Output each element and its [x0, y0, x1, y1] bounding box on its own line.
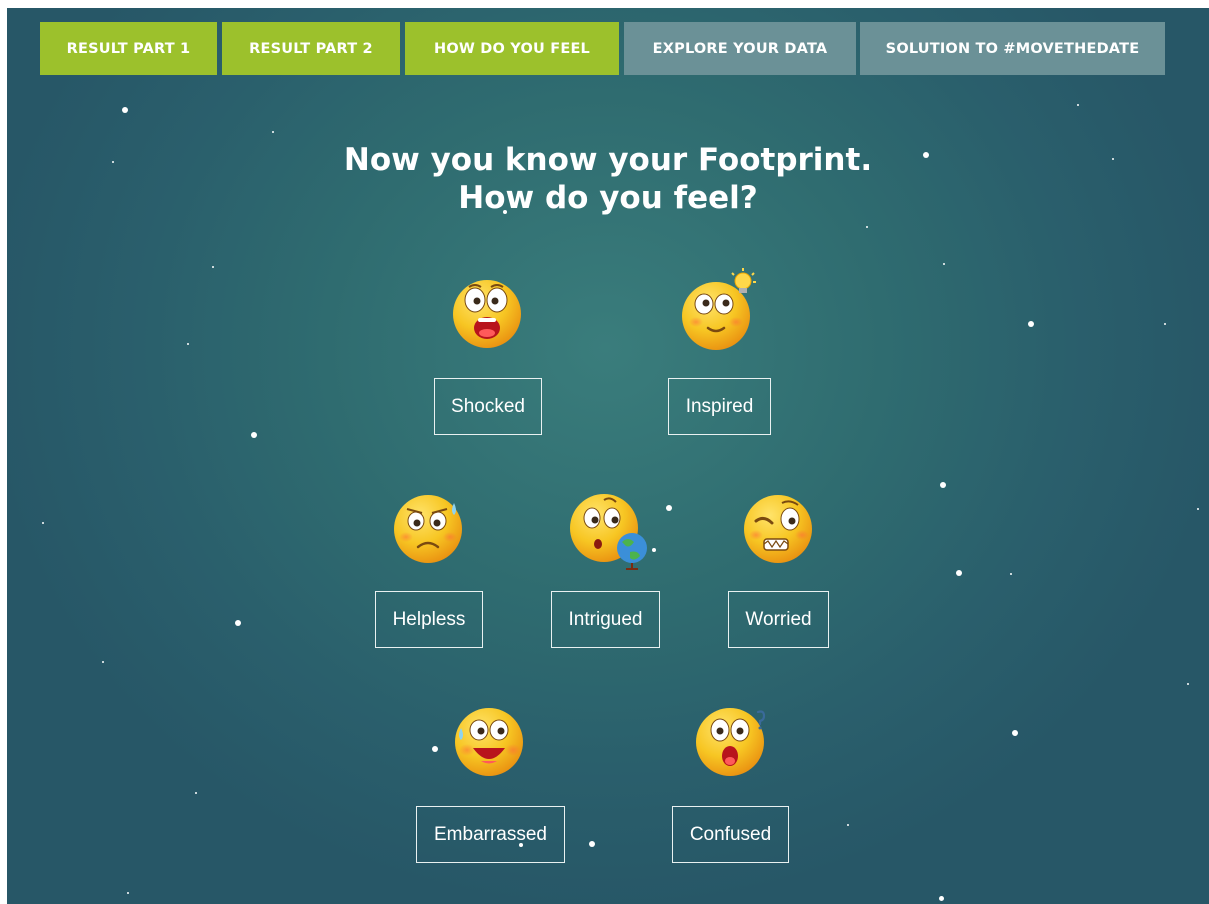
star	[102, 661, 104, 663]
worried-button[interactable]: Worried	[728, 591, 829, 648]
intrigued-button[interactable]: Intrigued	[551, 591, 660, 648]
intrigued-emoji-icon[interactable]	[568, 492, 647, 570]
star	[1187, 683, 1189, 685]
star	[939, 896, 944, 901]
inspired-button[interactable]: Inspired	[668, 378, 771, 435]
tab-how-do-you-feel[interactable]: HOW DO YOU FEEL	[405, 22, 619, 75]
page-heading: Now you know your Footprint. How do you …	[7, 141, 1209, 217]
star	[187, 343, 189, 345]
star	[666, 505, 672, 511]
heading-line-2: How do you feel?	[458, 180, 758, 216]
embarrassed-button[interactable]: Embarrassed	[416, 806, 565, 863]
tab-explore-your-data[interactable]: EXPLORE YOUR DATA	[624, 22, 856, 75]
star	[1010, 573, 1012, 575]
tab-result-part-2[interactable]: RESULT PART 2	[222, 22, 400, 75]
star	[235, 620, 241, 626]
heading-line-1: Now you know your Footprint.	[343, 142, 873, 178]
star	[42, 522, 44, 524]
inspired-emoji-icon[interactable]	[680, 268, 756, 350]
star	[127, 892, 129, 894]
star	[212, 266, 214, 268]
star	[432, 746, 438, 752]
star	[1012, 730, 1018, 736]
embarrassed-emoji-icon[interactable]	[453, 706, 525, 778]
star	[122, 107, 128, 113]
star	[866, 226, 868, 228]
star	[956, 570, 962, 576]
feelings-stage: RESULT PART 1 RESULT PART 2 HOW DO YOU F…	[7, 8, 1209, 904]
star	[251, 432, 257, 438]
star	[1077, 104, 1079, 106]
star	[1164, 323, 1166, 325]
confused-emoji-icon[interactable]	[694, 706, 766, 778]
tab-solution-movethedate[interactable]: SOLUTION TO #MOVETHEDATE	[860, 22, 1165, 75]
star	[195, 792, 197, 794]
star	[589, 841, 595, 847]
star	[652, 548, 656, 552]
helpless-button[interactable]: Helpless	[375, 591, 483, 648]
shocked-emoji-icon[interactable]	[451, 278, 523, 350]
worried-emoji-icon[interactable]	[742, 493, 814, 565]
star	[847, 824, 849, 826]
confused-button[interactable]: Confused	[672, 806, 789, 863]
star	[272, 131, 274, 133]
helpless-emoji-icon[interactable]	[392, 493, 464, 565]
star	[940, 482, 946, 488]
globe-icon	[617, 533, 647, 570]
star	[1028, 321, 1034, 327]
shocked-button[interactable]: Shocked	[434, 378, 542, 435]
tab-result-part-1[interactable]: RESULT PART 1	[40, 22, 217, 75]
star	[1197, 508, 1199, 510]
star	[943, 263, 945, 265]
